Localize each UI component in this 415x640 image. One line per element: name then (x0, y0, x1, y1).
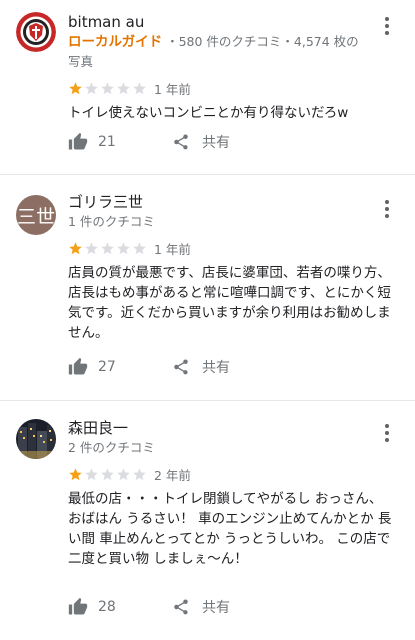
more-vert-icon (385, 17, 389, 35)
like-count: 27 (98, 359, 116, 375)
thumb-up-icon (68, 597, 88, 615)
city-night-photo (16, 419, 56, 459)
reviewer-name[interactable]: bitman au (68, 0, 399, 32)
review-text: トイレ使えないコンビニとか有り得ないだろw (68, 105, 349, 121)
review-text: 最低の店・・・トイレ閉鎖してやがるし おっさん、おばはん うるさい！ 車のエンジ… (68, 491, 392, 567)
share-icon (174, 134, 188, 150)
more-options-button[interactable] (375, 14, 399, 38)
review-date: 2 年前 (154, 467, 191, 483)
like-button[interactable]: 28 (68, 597, 172, 617)
more-options-button[interactable] (375, 421, 399, 445)
rating-row: 1 年前 (68, 79, 399, 97)
share-icon (174, 599, 188, 615)
reviewer-stats: 1 件のクチコミ (68, 214, 155, 229)
star-empty-icon (117, 241, 130, 254)
thumb-up-icon (68, 357, 88, 375)
share-button[interactable]: 共有 (172, 597, 230, 617)
star-empty-icon (85, 81, 98, 94)
star-empty-icon (133, 467, 146, 480)
star-rating (68, 81, 148, 96)
share-button[interactable]: 共有 (172, 132, 230, 152)
local-guide-badge: ローカルガイド (68, 34, 163, 50)
shield-crest-icon (16, 12, 56, 52)
reviewer-name[interactable]: ゴリラ三世 (68, 175, 399, 212)
share-label: 共有 (202, 600, 230, 616)
star-empty-icon (85, 467, 98, 480)
star-empty-icon (117, 467, 130, 480)
star-empty-icon (133, 241, 146, 254)
more-vert-icon (385, 424, 389, 442)
star-empty-icon (101, 81, 114, 94)
review-actions: 28 共有 (68, 595, 399, 619)
thumb-up-icon (68, 132, 88, 150)
star-empty-icon (101, 467, 114, 480)
review-text: 店員の質が最悪です、店長に婆軍団、若者の喋り方、店長はもめ事があると常に喧嘩口調… (68, 265, 391, 341)
avatar[interactable] (16, 12, 56, 52)
review-date: 1 年前 (154, 241, 191, 257)
star-empty-icon (101, 241, 114, 254)
review-card: 森田良一 2 件のクチコミ 2 年前 最低の店・・・トイレ閉鎖してやがるし おっ… (0, 400, 415, 640)
star-rating (68, 467, 148, 482)
reviewer-meta: ローカルガイド ・580 件のクチコミ・4,574 枚の写真 (68, 32, 399, 71)
reviewer-stats: 2 件のクチコミ (68, 440, 155, 455)
review-actions: 27 共有 (68, 355, 399, 379)
star-filled-icon (69, 467, 82, 480)
star-rating (68, 241, 148, 256)
like-count: 21 (98, 134, 116, 150)
star-filled-icon (69, 81, 82, 94)
like-count: 28 (98, 599, 116, 615)
share-button[interactable]: 共有 (172, 357, 230, 377)
like-button[interactable]: 27 (68, 357, 172, 377)
like-button[interactable]: 21 (68, 132, 172, 152)
share-label: 共有 (202, 360, 230, 376)
more-vert-icon (385, 200, 389, 218)
review-date: 1 年前 (154, 81, 191, 97)
reviewer-name[interactable]: 森田良一 (68, 401, 399, 438)
review-actions: 21 共有 (68, 130, 399, 154)
star-empty-icon (85, 241, 98, 254)
review-card: bitman au ローカルガイド ・580 件のクチコミ・4,574 枚の写真… (0, 0, 415, 174)
star-empty-icon (117, 81, 130, 94)
review-card: 三世 ゴリラ三世 1 件のクチコミ 1 年前 店員の質が最悪です、店長に婆軍団、… (0, 174, 415, 400)
avatar[interactable]: 三世 (16, 195, 56, 235)
star-empty-icon (133, 81, 146, 94)
share-label: 共有 (202, 135, 230, 151)
avatar[interactable] (16, 419, 56, 459)
more-options-button[interactable] (375, 197, 399, 221)
star-filled-icon (69, 241, 82, 254)
share-icon (174, 359, 188, 375)
rating-row: 2 年前 (68, 465, 399, 483)
rating-row: 1 年前 (68, 239, 399, 257)
